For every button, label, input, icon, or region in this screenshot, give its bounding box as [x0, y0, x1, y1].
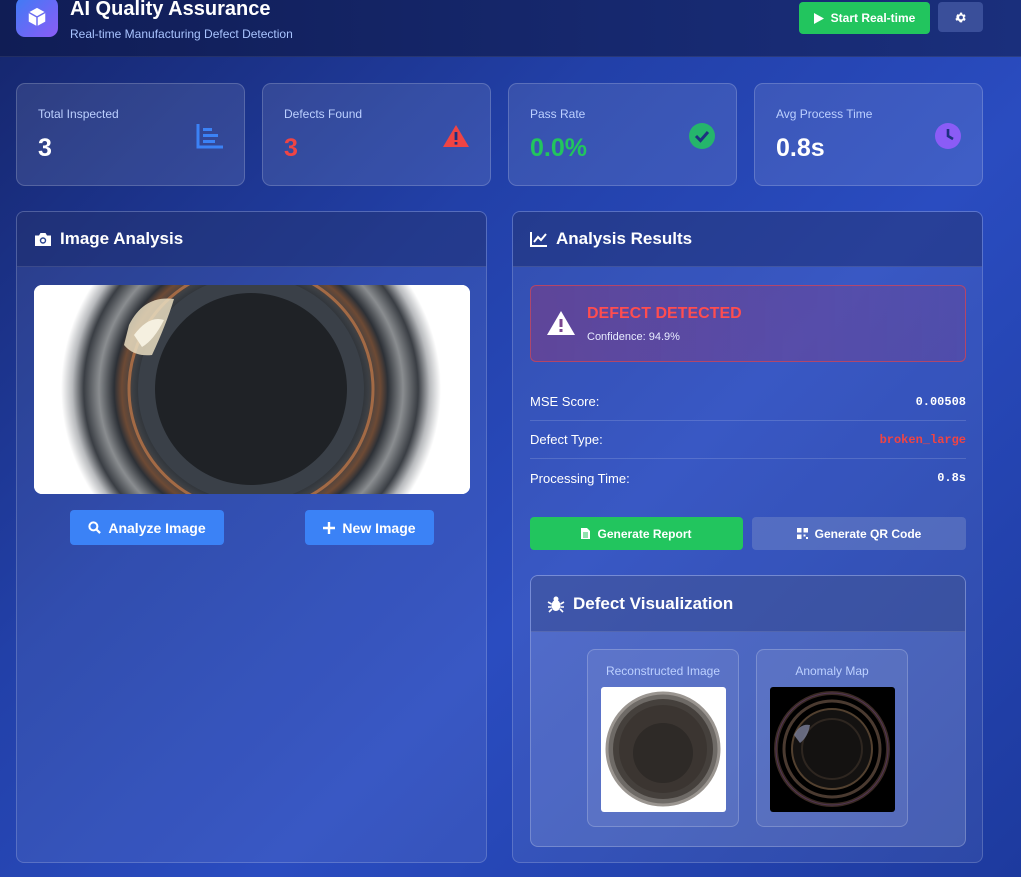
reconstructed-image-card: Reconstructed Image	[587, 649, 739, 827]
stat-label: Pass Rate	[530, 107, 586, 121]
analyze-image-button[interactable]: Analyze Image	[70, 510, 224, 545]
metric-value: 0.8s	[937, 471, 966, 485]
stat-label: Defects Found	[284, 107, 363, 121]
metric-value: 0.00508	[915, 394, 966, 409]
generate-qr-label: Generate QR Code	[814, 526, 922, 541]
metric-mse-score: MSE Score: 0.00508	[530, 383, 966, 421]
line-chart-icon	[530, 231, 547, 247]
defect-visualization-panel: Defect Visualization Reconstructed Image…	[530, 575, 966, 847]
generate-report-label: Generate Report	[597, 526, 692, 541]
defect-alert: DEFECT DETECTED Confidence: 94.9%	[530, 285, 966, 362]
clock-icon	[934, 122, 962, 150]
metric-label: Defect Type:	[530, 432, 603, 447]
settings-button[interactable]	[938, 2, 983, 32]
search-icon	[88, 521, 102, 534]
cube-logo-icon	[16, 0, 58, 37]
analysis-results-title: Analysis Results	[556, 229, 693, 248]
defect-visualization-header: Defect Visualization	[531, 576, 965, 632]
file-icon	[581, 528, 591, 539]
app-title: AI Quality Assurance	[70, 0, 271, 20]
analysis-results-panel: Analysis Results DEFECT DETECTED Confide…	[512, 211, 983, 863]
analysis-results-header: Analysis Results	[513, 212, 982, 267]
warning-icon	[442, 122, 470, 150]
anomaly-map-card: Anomaly Map	[756, 649, 908, 827]
defect-confidence: Confidence: 94.9%	[587, 331, 680, 343]
stat-label: Total Inspected	[38, 107, 119, 121]
metric-label: Processing Time:	[530, 470, 630, 486]
defect-alert-title: DEFECT DETECTED	[587, 305, 742, 322]
stat-pass-rate: Pass Rate 0.0%	[508, 83, 737, 186]
play-icon	[813, 12, 824, 24]
check-circle-icon	[688, 122, 716, 150]
reconstructed-image	[601, 687, 726, 812]
gear-icon	[955, 12, 966, 22]
generate-report-button[interactable]: Generate Report	[530, 517, 743, 550]
image-analysis-title: Image Analysis	[60, 229, 184, 248]
app-subtitle: Real-time Manufacturing Defect Detection	[70, 27, 293, 41]
app-header: AI Quality Assurance Real-time Manufactu…	[0, 0, 1021, 57]
image-analysis-header: Image Analysis	[17, 212, 486, 267]
stat-defects-found: Defects Found 3	[262, 83, 491, 186]
inspected-image	[34, 285, 470, 494]
metric-label: MSE Score:	[530, 394, 600, 409]
stat-label: Avg Process Time	[776, 107, 873, 121]
stat-avg-process-time: Avg Process Time 0.8s	[754, 83, 983, 186]
qr-code-icon	[796, 528, 808, 539]
anomaly-map-label: Anomaly Map	[795, 664, 869, 678]
stat-value: 0.0%	[530, 134, 587, 162]
stat-total-inspected: Total Inspected 3	[16, 83, 245, 186]
warning-icon	[547, 311, 575, 335]
metric-defect-type: Defect Type: broken_large	[530, 421, 966, 459]
new-image-button[interactable]: New Image	[305, 510, 434, 545]
bar-chart-icon	[196, 122, 224, 150]
camera-icon	[35, 232, 51, 246]
plus-icon	[323, 521, 336, 534]
anomaly-map-image	[770, 687, 895, 812]
new-image-label: New Image	[342, 519, 416, 536]
reconstructed-image-label: Reconstructed Image	[605, 664, 721, 678]
start-realtime-button[interactable]: Start Real-time	[799, 2, 930, 34]
stat-value: 0.8s	[776, 134, 825, 162]
generate-qr-button[interactable]: Generate QR Code	[752, 517, 966, 550]
stat-value: 3	[38, 134, 52, 162]
analyze-image-label: Analyze Image	[108, 519, 206, 536]
image-analysis-panel: Image Analysis Analyze Image New Image	[16, 211, 487, 863]
start-realtime-label: Start Real-time	[830, 11, 916, 25]
metric-processing-time: Processing Time: 0.8s	[530, 459, 966, 497]
defect-visualization-title: Defect Visualization	[573, 593, 734, 613]
metric-value: broken_large	[879, 432, 966, 447]
stat-value: 3	[284, 134, 298, 162]
bug-icon	[547, 596, 565, 613]
